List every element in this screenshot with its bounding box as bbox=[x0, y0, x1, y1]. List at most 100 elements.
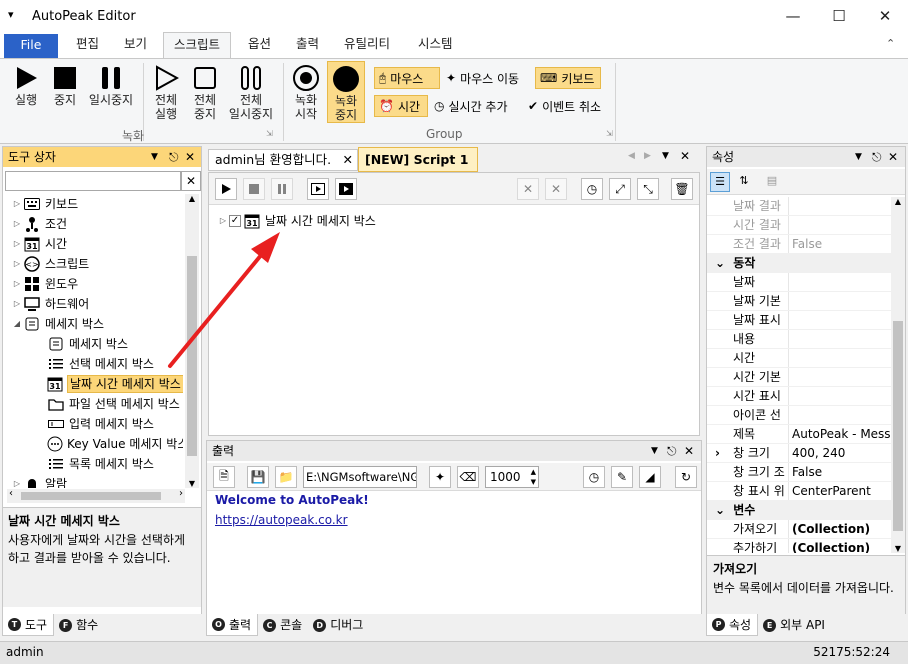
property-value[interactable]: False bbox=[789, 235, 891, 253]
tab-edit[interactable]: 편집 bbox=[66, 32, 109, 58]
tab-console[interactable]: C 콘솔 bbox=[258, 614, 308, 636]
property-row[interactable]: 아이콘 선 bbox=[707, 406, 891, 425]
close-icon[interactable]: ✕ bbox=[185, 147, 195, 167]
delete-all-icon[interactable]: ✕ bbox=[545, 178, 567, 200]
scroll-right-icon[interactable]: ▶ bbox=[644, 151, 651, 161]
tab-script-1[interactable]: [NEW] Script 1 bbox=[358, 147, 478, 172]
expand-arrow-icon[interactable]: ▷ bbox=[11, 274, 23, 294]
property-row[interactable]: 창 표시 위 CenterParent bbox=[707, 482, 891, 501]
property-row[interactable]: 조건 결과 False bbox=[707, 235, 891, 254]
run-all-button[interactable]: 전체 실행 bbox=[148, 63, 184, 121]
dialog-launcher-icon[interactable]: ⇲ bbox=[606, 129, 613, 138]
toolbox-item[interactable]: 31 날짜 시간 메세지 박스 bbox=[7, 374, 183, 394]
property-value[interactable]: (Collection) bbox=[789, 539, 891, 553]
mouse-move-button[interactable]: ✦ 마우스 이동 bbox=[442, 67, 523, 89]
property-category[interactable]: ⌄ 동작 bbox=[707, 254, 891, 273]
realtime-add-button[interactable]: ◷ 실시간 추가 bbox=[430, 95, 512, 117]
output-link[interactable]: https://autopeak.co.kr bbox=[215, 513, 348, 527]
tab-welcome[interactable]: admin님 환영합니다. ✕ bbox=[208, 149, 358, 171]
property-value[interactable]: False bbox=[789, 463, 891, 481]
stop-icon[interactable] bbox=[243, 178, 265, 200]
tab-list-icon[interactable]: ▼ bbox=[662, 151, 669, 161]
refresh-icon[interactable]: ↻ bbox=[675, 466, 697, 488]
toolbox-item[interactable]: 선택 메세지 박스 bbox=[7, 354, 183, 374]
property-row[interactable]: 날짜 bbox=[707, 273, 891, 292]
toolbox-item[interactable]: 메세지 박스 bbox=[7, 334, 183, 354]
property-row[interactable]: › 창 크기 400, 240 bbox=[707, 444, 891, 463]
collapse-arrow-icon[interactable]: ⌄ bbox=[715, 256, 729, 270]
stop-all-button[interactable]: 전체 중지 bbox=[188, 63, 222, 121]
log-path-input[interactable]: E:\NGMsoftware\NG bbox=[303, 466, 417, 488]
toolbox-item[interactable]: 목록 메세지 박스 bbox=[7, 454, 183, 474]
property-value[interactable] bbox=[789, 197, 891, 215]
expand-arrow-icon[interactable]: ▷ bbox=[11, 294, 23, 314]
horizontal-scrollbar[interactable]: ‹ › bbox=[7, 488, 185, 503]
property-row[interactable]: 추가하기 (Collection) bbox=[707, 539, 891, 553]
property-row[interactable]: 가져오기 (Collection) bbox=[707, 520, 891, 539]
close-tab-icon[interactable]: ✕ bbox=[343, 150, 353, 170]
tab-script[interactable]: 스크립트 bbox=[163, 32, 232, 58]
toolbox-item[interactable]: ▷ <> 스크립트 bbox=[7, 254, 183, 274]
property-value[interactable] bbox=[789, 368, 891, 386]
property-pages-icon[interactable]: ▤ bbox=[762, 172, 782, 192]
close-icon[interactable]: ✕ bbox=[888, 147, 898, 167]
brush-icon[interactable]: ✎ bbox=[611, 466, 633, 488]
property-value[interactable]: AutoPeak - Messa bbox=[789, 425, 891, 443]
toolbox-search-input[interactable] bbox=[5, 171, 181, 191]
toolbox-item[interactable]: 파일 선택 메세지 박스 bbox=[7, 394, 183, 414]
property-row[interactable]: 시간 bbox=[707, 349, 891, 368]
tab-utility[interactable]: 유틸리티 bbox=[334, 32, 400, 58]
property-row[interactable]: 시간 기본 bbox=[707, 368, 891, 387]
property-value[interactable]: CenterParent bbox=[789, 482, 891, 500]
property-row[interactable]: 제목 AutoPeak - Messa bbox=[707, 425, 891, 444]
property-row[interactable]: 날짜 표시 bbox=[707, 311, 891, 330]
save-icon[interactable]: 💾 bbox=[247, 466, 269, 488]
maximize-button[interactable]: ☐ bbox=[816, 0, 862, 32]
record-start-button[interactable]: 녹화 시작 bbox=[288, 63, 324, 121]
toolbox-item[interactable]: Key Value 메세지 박스 bbox=[7, 434, 183, 454]
script-tree-item[interactable]: ▷ ✓ 31 날짜 시간 메세지 박스 bbox=[217, 211, 376, 231]
vertical-scrollbar[interactable]: ▲ ▼ bbox=[185, 194, 199, 488]
tab-debug[interactable]: D 디버그 bbox=[308, 614, 369, 636]
pause-icon[interactable] bbox=[271, 178, 293, 200]
expand-arrow-icon[interactable]: ▷ bbox=[217, 211, 229, 231]
toolbox-item[interactable]: ▷ 윈도우 bbox=[7, 274, 183, 294]
keyboard-button[interactable]: ⌨ 키보드 bbox=[535, 67, 601, 89]
clock-icon[interactable]: ◷ bbox=[583, 466, 605, 488]
property-scrollbar[interactable]: ▲ ▼ bbox=[891, 197, 905, 553]
minimize-button[interactable]: — bbox=[770, 0, 816, 32]
dropdown-icon[interactable]: ▼ bbox=[651, 441, 658, 461]
tab-output-log[interactable]: O 출력 bbox=[206, 614, 259, 636]
mouse-button[interactable]: 🖰 마우스 bbox=[374, 67, 440, 89]
expand-arrow-icon[interactable]: ▷ bbox=[11, 254, 23, 274]
toolbox-item[interactable]: ▷ 31 시간 bbox=[7, 234, 183, 254]
tab-system[interactable]: 시스템 bbox=[408, 32, 463, 58]
toolbox-item[interactable]: ▷ 조건 bbox=[7, 214, 183, 234]
close-document-icon[interactable]: ✕ bbox=[680, 149, 690, 163]
collapse-icon[interactable]: ⤡ bbox=[637, 178, 659, 200]
tab-tools[interactable]: T 도구 bbox=[2, 614, 55, 636]
pause-button[interactable]: 일시중지 bbox=[86, 63, 136, 107]
pause-all-button[interactable]: 전체 일시중지 bbox=[226, 63, 276, 121]
collapse-arrow-icon[interactable]: ◢ bbox=[11, 314, 23, 334]
history-icon[interactable]: ◷ bbox=[581, 178, 603, 200]
event-cancel-button[interactable]: ✔ 이벤트 취소 bbox=[524, 95, 605, 117]
expand-icon[interactable]: ⤢ bbox=[609, 178, 631, 200]
scrollbar-thumb[interactable] bbox=[893, 321, 903, 531]
property-row[interactable]: 시간 표시 bbox=[707, 387, 891, 406]
dropdown-icon[interactable]: ▼ bbox=[151, 147, 158, 167]
delete-icon[interactable]: ✕ bbox=[517, 178, 539, 200]
property-value[interactable] bbox=[789, 406, 891, 424]
run-button[interactable]: 실행 bbox=[8, 63, 44, 107]
property-value[interactable]: 400, 240 bbox=[789, 444, 891, 462]
toolbox-item[interactable]: ▷ 하드웨어 bbox=[7, 294, 183, 314]
collapse-arrow-icon[interactable]: ⌄ bbox=[715, 503, 729, 517]
new-file-icon[interactable]: 🗎 bbox=[213, 466, 235, 488]
property-value[interactable] bbox=[789, 330, 891, 348]
dropdown-icon[interactable]: ▼ bbox=[855, 147, 862, 167]
scroll-left-icon[interactable]: ◀ bbox=[628, 151, 635, 161]
spin-arrows-icon[interactable]: ▲ ▼ bbox=[531, 467, 536, 487]
property-value[interactable]: (Collection) bbox=[789, 520, 891, 538]
file-menu-tab[interactable]: File bbox=[4, 34, 58, 58]
clear-search-icon[interactable]: ✕ bbox=[181, 171, 201, 191]
